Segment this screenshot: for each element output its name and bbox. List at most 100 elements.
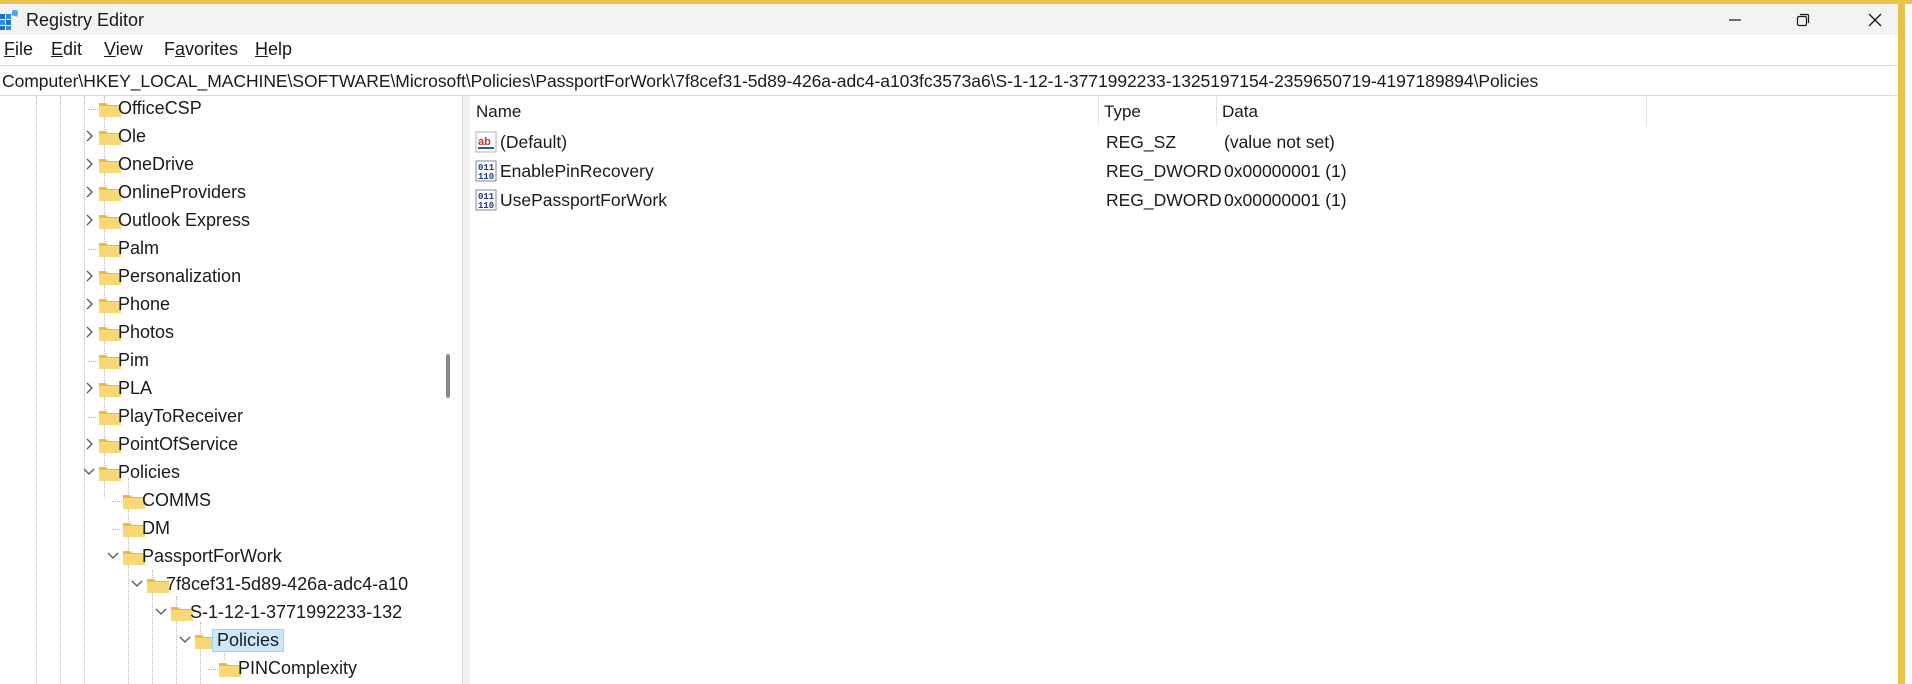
tree-item-label: Policies <box>212 629 285 652</box>
value-row[interactable]: 011 110 UsePassportForWork REG_DWORD 0x0… <box>470 186 1470 214</box>
value-data: 0x00000001 (1) <box>1224 161 1347 181</box>
address-path[interactable]: Computer\HKEY_LOCAL_MACHINE\SOFTWARE\Mic… <box>2 71 1538 92</box>
menu-view[interactable]: View <box>104 39 143 60</box>
tree-item-label: Photos <box>118 322 175 342</box>
tree-item[interactable]: Phone <box>0 292 440 318</box>
tree-item[interactable]: Outlook Express <box>0 208 440 234</box>
menu-bar: File Edit View Favorites Help <box>0 35 1905 63</box>
menu-edit[interactable]: Edit <box>51 39 82 60</box>
column-header-data[interactable]: Data <box>1216 96 1646 126</box>
tree-item-label: Personalization <box>118 266 242 286</box>
tree-scrollbar-thumb[interactable] <box>446 354 450 398</box>
tree-item[interactable]: DM <box>0 516 440 542</box>
chevron-right-icon[interactable] <box>82 296 96 312</box>
tree-item[interactable]: 7f8cef31-5d89-426a-adc4-a10 <box>0 572 440 598</box>
chevron-down-icon[interactable] <box>130 576 144 592</box>
tree-item[interactable]: PlayToReceiver <box>0 404 440 430</box>
tree-connector <box>88 361 98 362</box>
column-header-type[interactable]: Type <box>1098 96 1216 126</box>
column-separator[interactable] <box>1646 96 1647 126</box>
value-name: EnablePinRecovery <box>500 161 654 181</box>
svg-text:110: 110 <box>478 201 494 211</box>
restore-button[interactable] <box>1774 4 1832 35</box>
chevron-right-icon[interactable] <box>82 324 96 340</box>
chevron-right-icon[interactable] <box>82 184 96 200</box>
title-bar: Registry Editor <box>0 4 1905 35</box>
tree-item[interactable]: Photos <box>0 320 440 346</box>
value-type: REG_DWORD <box>1106 190 1222 210</box>
value-row[interactable]: 011 110 EnablePinRecovery REG_DWORD 0x00… <box>470 157 1470 185</box>
minimize-icon <box>1729 18 1741 21</box>
tree-item[interactable]: Policies <box>0 628 440 654</box>
svg-text:ab: ab <box>478 136 491 148</box>
chevron-right-icon[interactable] <box>82 128 96 144</box>
tree-item[interactable]: OneDrive <box>0 152 440 178</box>
tree-item[interactable]: PINComplexity <box>0 656 440 682</box>
string-value-icon: ab <box>475 131 497 153</box>
tree-item[interactable]: PointOfService <box>0 432 440 458</box>
tree-item[interactable]: PassportForWork <box>0 544 440 570</box>
chevron-down-icon[interactable] <box>154 604 168 620</box>
window-accent-border <box>0 0 1912 4</box>
tree-item[interactable]: Personalization <box>0 264 440 290</box>
tree-item-label: PLA <box>118 378 153 398</box>
tree-item-label: PassportForWork <box>142 546 282 566</box>
tree-item-label: Palm <box>118 238 160 258</box>
menu-help[interactable]: Help <box>255 39 292 60</box>
svg-text:110: 110 <box>478 172 494 182</box>
tree-item-label: S-1-12-1-3771992233-132 <box>190 602 403 622</box>
chevron-right-icon[interactable] <box>82 212 96 228</box>
tree-item[interactable]: COMMS <box>0 488 440 514</box>
tree-item-label: Outlook Express <box>118 210 251 230</box>
chevron-down-icon[interactable] <box>178 632 192 648</box>
tree-item[interactable]: S-1-12-1-3771992233-132 <box>0 600 440 626</box>
value-data: (value not set) <box>1224 132 1335 152</box>
tree-connector <box>112 529 122 530</box>
tree-item-label: PointOfService <box>118 434 239 454</box>
tree-item-label: Policies <box>118 462 181 482</box>
address-bar[interactable]: Computer\HKEY_LOCAL_MACHINE\SOFTWARE\Mic… <box>0 65 1905 96</box>
tree-item[interactable]: OnlineProviders <box>0 180 440 206</box>
tree-item[interactable]: Ole <box>0 124 440 150</box>
tree-item-label: PINComplexity <box>238 658 358 678</box>
chevron-down-icon[interactable] <box>106 548 120 564</box>
tree-connector <box>112 501 122 502</box>
tree-connector <box>88 109 98 110</box>
value-type: REG_DWORD <box>1106 161 1222 181</box>
close-icon <box>1868 13 1882 26</box>
menu-favorites[interactable]: Favorites <box>164 39 238 60</box>
window-title: Registry Editor <box>26 10 145 30</box>
window-accent-border <box>1898 0 1905 684</box>
minimize-button[interactable] <box>1706 4 1764 35</box>
chevron-right-icon[interactable] <box>82 268 96 284</box>
value-data: 0x00000001 (1) <box>1224 190 1347 210</box>
tree-item[interactable]: PLA <box>0 376 440 402</box>
registry-app-icon <box>0 10 18 30</box>
registry-editor-window: Registry Editor File Edit View Favorites… <box>0 0 1912 684</box>
tree-item[interactable]: Palm <box>0 236 440 262</box>
tree-item[interactable]: Policies <box>0 460 440 486</box>
binary-value-icon: 011 110 <box>475 189 497 211</box>
chevron-down-icon[interactable] <box>82 464 96 480</box>
chevron-right-icon[interactable] <box>82 156 96 172</box>
column-header-name[interactable]: Name <box>470 96 1098 126</box>
values-list[interactable]: Name Type Data ab (Default) REG_SZ (valu… <box>470 96 1905 684</box>
tree-connector <box>88 249 98 250</box>
tree-item-label: COMMS <box>142 490 211 510</box>
tree-item[interactable]: OfficeCSP <box>0 96 440 122</box>
tree-scrollbar[interactable] <box>440 96 456 684</box>
tree-item-label: OneDrive <box>118 154 195 174</box>
tree-item[interactable]: Pim <box>0 348 440 374</box>
key-tree[interactable]: OfficeCSP Ole OneDrive OnlineProviders Outlo… <box>0 96 464 684</box>
tree-item-label: OfficeCSP <box>118 98 202 118</box>
chevron-right-icon[interactable] <box>82 380 96 396</box>
menu-file[interactable]: File <box>4 39 33 60</box>
close-button[interactable] <box>1846 4 1904 35</box>
value-type: REG_SZ <box>1106 132 1177 152</box>
value-name: (Default) <box>500 132 568 152</box>
chevron-right-icon[interactable] <box>82 436 96 452</box>
tree-item-label: Pim <box>118 350 149 370</box>
tree-connector <box>208 669 218 670</box>
value-row[interactable]: ab (Default) REG_SZ (value not set) <box>470 128 1470 156</box>
value-name: UsePassportForWork <box>500 190 667 210</box>
